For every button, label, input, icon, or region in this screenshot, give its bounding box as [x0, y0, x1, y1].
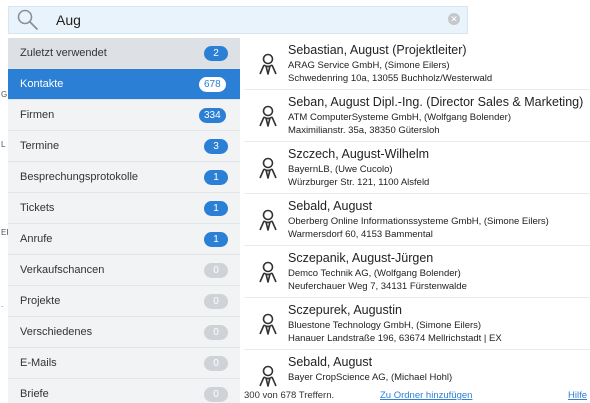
category-count-badge: 2 — [204, 46, 228, 61]
contact-person-icon — [259, 261, 277, 283]
category-count-badge: 1 — [204, 170, 228, 185]
contact-person-icon — [259, 53, 277, 75]
search-icon[interactable] — [16, 8, 40, 32]
result-company: BayernLB, (Uwe Cucolo) — [288, 164, 393, 175]
edge-mark: G — [1, 90, 8, 99]
result-item[interactable]: Sczepanik, August-Jürgen Demco Technik A… — [244, 246, 590, 298]
category-verschiedenes[interactable]: Verschiedenes 0 — [8, 317, 240, 348]
result-company: Oberberg Online Informationssysteme GmbH… — [288, 216, 549, 227]
category-label: Verschiedenes — [20, 326, 93, 338]
result-item[interactable]: Seban, August Dipl.-Ing. (Director Sales… — [244, 90, 590, 142]
category-label: Termine — [20, 140, 60, 152]
category-label: Projekte — [20, 295, 61, 307]
category-label: Besprechungsprotokolle — [20, 171, 139, 183]
edge-mark: L — [1, 140, 6, 149]
contact-person-icon — [259, 313, 277, 335]
category-count-badge: 3 — [204, 139, 228, 154]
category-label: E-Mails — [20, 357, 57, 369]
result-item[interactable]: Sebald, August Oberberg Online Informati… — [244, 194, 590, 246]
result-name: Szczech, August-Wilhelm — [288, 147, 430, 161]
window-edge-artifacts: G L EF . — [0, 90, 11, 310]
category-label: Firmen — [20, 109, 55, 121]
category-count-badge: 334 — [199, 108, 226, 123]
result-company: Bluestone Technology GmbH, (Simone Eiler… — [288, 320, 482, 331]
category-count-badge: 0 — [204, 325, 228, 340]
result-item[interactable]: Sebastian, August (Projektleiter) ARAG S… — [244, 38, 590, 90]
result-address: Schwedenring 10a, 13055 Buchholz/Westerw… — [288, 73, 493, 84]
result-item[interactable]: Sczepurek, Augustin Bluestone Technology… — [244, 298, 590, 350]
category-e-mails[interactable]: E-Mails 0 — [8, 348, 240, 379]
results-list: Sebastian, August (Projektleiter) ARAG S… — [244, 38, 590, 388]
contact-person-icon — [259, 365, 277, 387]
result-address: Neuferchauer Weg 7, 34131 Fürstenwalde — [288, 281, 467, 292]
result-company: ARAG Service GmbH, (Simone Eilers) — [288, 60, 450, 71]
result-name: Sczepurek, Augustin — [288, 303, 402, 317]
search-input[interactable] — [56, 9, 416, 31]
category-label: Zuletzt verwendet — [20, 47, 107, 59]
category-firmen[interactable]: Firmen 334 — [8, 100, 240, 131]
category-count-badge: 0 — [204, 356, 228, 371]
category-briefe[interactable]: Briefe 0 — [8, 379, 240, 403]
contact-person-icon — [259, 209, 277, 231]
result-item[interactable]: Sebald, August Bayer CropScience AG, (Mi… — [244, 350, 590, 388]
result-name: Sebald, August — [288, 355, 373, 369]
category-label: Tickets — [20, 202, 55, 214]
category-count-badge: 0 — [204, 387, 228, 402]
result-address: Hanauer Landstraße 196, 63674 Mellrichst… — [288, 333, 502, 344]
clear-icon[interactable]: ✕ — [448, 13, 460, 25]
category-kontakte[interactable]: Kontakte 678 — [8, 69, 240, 100]
category-label: Kontakte — [20, 78, 64, 90]
result-name: Sebald, August — [288, 199, 373, 213]
category-label: Anrufe — [20, 233, 53, 245]
category-label: Verkaufschancen — [20, 264, 105, 276]
result-count-text: 300 von 678 Treffern. — [244, 390, 335, 401]
help-link[interactable]: Hilfe — [568, 390, 587, 401]
category-anrufe[interactable]: Anrufe 1 — [8, 224, 240, 255]
result-name: Sebastian, August (Projektleiter) — [288, 43, 467, 57]
result-name: Sczepanik, August-Jürgen — [288, 251, 434, 265]
category-count-badge: 1 — [204, 201, 228, 216]
result-company: ATM ComputerSysteme GmbH, (Wolfgang Bole… — [288, 112, 511, 123]
category-label: Briefe — [20, 388, 49, 400]
result-address: Warmersdorf 60, 4153 Bammental — [288, 229, 433, 240]
search-bar: ✕ — [0, 0, 590, 38]
edge-mark: . — [1, 300, 4, 309]
category-besprechungsprotokolle[interactable]: Besprechungsprotokolle 1 — [8, 162, 240, 193]
result-address: Maximilianstr. 35a, 38350 Gütersloh — [288, 125, 440, 136]
category-zuletzt-verwendet[interactable]: Zuletzt verwendet 2 — [8, 38, 240, 69]
results-footer: 300 von 678 Treffern. Zu Ordner hinzufüg… — [244, 388, 590, 403]
result-address: Würzburger Str. 121, 1100 Alsfeld — [288, 177, 430, 188]
contact-person-icon — [259, 157, 277, 179]
contact-person-icon — [259, 105, 277, 127]
category-count-badge: 678 — [199, 77, 226, 92]
add-to-folder-link[interactable]: Zu Ordner hinzufügen — [380, 390, 472, 401]
category-verkaufschancen[interactable]: Verkaufschancen 0 — [8, 255, 240, 286]
category-sidebar: Zuletzt verwendet 2 Kontakte 678 Firmen … — [8, 38, 240, 403]
category-tickets[interactable]: Tickets 1 — [8, 193, 240, 224]
category-count-badge: 1 — [204, 232, 228, 247]
result-company: Bayer CropScience AG, (Michael Hohl) — [288, 372, 453, 383]
category-termine[interactable]: Termine 3 — [8, 131, 240, 162]
category-count-badge: 0 — [204, 263, 228, 278]
result-name: Seban, August Dipl.-Ing. (Director Sales… — [288, 95, 584, 109]
category-count-badge: 0 — [204, 294, 228, 309]
result-item[interactable]: Szczech, August-Wilhelm BayernLB, (Uwe C… — [244, 142, 590, 194]
result-company: Demco Technik AG, (Wolfgang Bolender) — [288, 268, 461, 279]
category-projekte[interactable]: Projekte 0 — [8, 286, 240, 317]
